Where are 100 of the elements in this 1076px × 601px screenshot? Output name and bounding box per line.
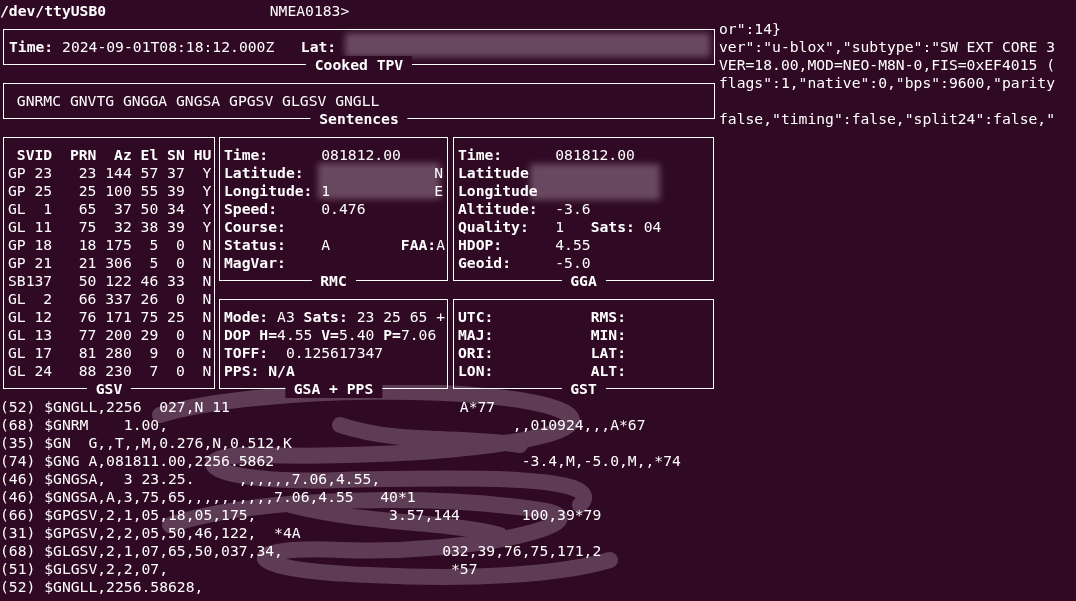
column-header: SVID bbox=[15, 146, 53, 164]
table-cell-text: 29 bbox=[139, 326, 159, 344]
table-cell-text: 75 bbox=[77, 218, 97, 236]
table-cell-text: 55 bbox=[139, 182, 159, 200]
log-line: (31) $GPGSV,2,2,05,50,46,122, *4A bbox=[0, 524, 302, 542]
field-label: MagVar: bbox=[224, 254, 287, 272]
field-value: 1 bbox=[555, 218, 566, 236]
column-header: El bbox=[139, 146, 159, 164]
table-cell: GP 23 bbox=[8, 164, 53, 182]
table-cell-text: N bbox=[201, 308, 212, 326]
log-line: (68) $GLGSV,2,1,07,65,50,037,34, 032,39,76,75,171,2 bbox=[0, 542, 603, 560]
sentence-list: GNRMC GNVTG GNGGA GNGSA GPGSV GLGSV GNGLL bbox=[8, 92, 710, 110]
field-label: MAJ: bbox=[458, 326, 495, 344]
table-cell-text: 337 bbox=[104, 290, 132, 308]
table-cell-text: 7 bbox=[148, 362, 159, 380]
field-value: 081812.00 bbox=[555, 146, 635, 164]
table-cell-text: Y bbox=[201, 182, 212, 200]
field-label: ALT: bbox=[590, 362, 626, 380]
field-label: Geoid: bbox=[458, 254, 513, 272]
table-cell-text: 0 bbox=[174, 236, 185, 254]
table-cell-text: 39 bbox=[166, 218, 185, 236]
column-header: PRN bbox=[68, 146, 97, 164]
field-label: Longitude: bbox=[224, 182, 314, 200]
field-label: Longitude bbox=[458, 182, 539, 200]
table-cell-text: 21 bbox=[77, 254, 97, 272]
field-label: ORI: bbox=[458, 344, 495, 362]
table-cell-text: 306 bbox=[104, 254, 132, 272]
table-cell-text: Y bbox=[201, 164, 212, 182]
table-cell-text: 88 bbox=[77, 362, 97, 380]
column-header: SN bbox=[166, 146, 185, 164]
table-cell-text: 57 bbox=[139, 164, 159, 182]
log-line: (74) $GNG A,081811.00,2256.5862 -3.4,M,-5.0,M,,*74 bbox=[0, 452, 682, 470]
status-line: Mode: A3 Sats: 23 25 65 + bbox=[224, 308, 443, 326]
table-cell-text: 81 bbox=[77, 344, 97, 362]
table-cell-text: 5 bbox=[148, 254, 159, 272]
table-cell-text: 9 bbox=[148, 344, 159, 362]
log-line: (46) $GNGSA,A,3,75,65,,,,,,,,,,7.06,4.55 40*1 bbox=[0, 488, 417, 506]
field-value: E bbox=[434, 182, 443, 200]
table-cell-text: 0 bbox=[174, 326, 185, 344]
table-cell: GL 2 bbox=[8, 290, 53, 308]
field-label: LON: bbox=[458, 362, 495, 380]
log-line: (35) $GN G,,T,,M,0.276,N,0.512,K bbox=[0, 434, 293, 452]
table-cell: GL 13 bbox=[8, 326, 53, 344]
table-cell-text: 38 bbox=[139, 218, 159, 236]
log-line: (66) $GPGSV,2,1,05,18,05,175, 3.57,144 100,39*79 bbox=[0, 506, 603, 524]
table-cell-text: Y bbox=[201, 218, 212, 236]
status-line: DOP H=4.55 V=5.40 P=7.06 bbox=[224, 326, 438, 344]
table-cell: GP 21 bbox=[8, 254, 53, 272]
field-label: Status: bbox=[224, 236, 287, 254]
table-cell-text: 18 bbox=[77, 236, 97, 254]
table-cell-text: 175 bbox=[104, 236, 132, 254]
table-cell-text: 25 bbox=[77, 182, 97, 200]
column-header: HU bbox=[192, 146, 212, 164]
field-value: A bbox=[436, 236, 446, 254]
table-cell-text: 32 bbox=[113, 218, 132, 236]
output-line: false,"timing":false,"split24":false," bbox=[719, 110, 1056, 128]
field-label: Time: bbox=[9, 38, 54, 56]
table-cell-text: 75 bbox=[139, 308, 159, 326]
field-label: Speed: bbox=[224, 200, 279, 218]
table-cell: GP 18 bbox=[8, 236, 53, 254]
table-cell-text: 77 bbox=[77, 326, 97, 344]
field-value: 2024-09-01T08:18:12.000Z bbox=[62, 38, 275, 56]
table-cell-text: N bbox=[201, 272, 212, 290]
table-cell-text: 5 bbox=[148, 236, 159, 254]
table-cell-text: N bbox=[201, 362, 212, 380]
field-value: 081812.00 bbox=[321, 146, 401, 164]
field-label: Quality: bbox=[458, 218, 530, 236]
field-label: Latitude bbox=[458, 164, 530, 182]
table-cell-text: 50 bbox=[77, 272, 97, 290]
table-cell-text: 171 bbox=[104, 308, 132, 326]
field-value: A bbox=[321, 236, 332, 254]
field-value: 4.55 bbox=[555, 236, 591, 254]
table-cell-text: 39 bbox=[166, 182, 185, 200]
table-cell-text: 34 bbox=[166, 200, 185, 218]
table-cell-text: Y bbox=[201, 200, 212, 218]
table-cell: GL 12 bbox=[8, 308, 53, 326]
field-label: Time: bbox=[458, 146, 504, 164]
log-line: (46) $GNGSA, 3 23.25. ,,,,,,7.06,4.55, bbox=[0, 470, 382, 488]
table-cell: GL 24 bbox=[8, 362, 53, 380]
table-cell: GL 11 bbox=[8, 218, 53, 236]
table-cell-text: 230 bbox=[104, 362, 132, 380]
table-cell-text: 144 bbox=[104, 164, 132, 182]
field-value: 04 bbox=[643, 218, 662, 236]
field-label: LAT: bbox=[590, 344, 626, 362]
field-label: Latitude: bbox=[224, 164, 305, 182]
field-value: 0.476 bbox=[321, 200, 366, 218]
table-cell-text: 0 bbox=[174, 362, 185, 380]
field-label: FAA: bbox=[400, 236, 437, 254]
table-cell-text: 122 bbox=[104, 272, 132, 290]
log-line: (52) $GNGLL,2256 027,N 11 A*77 bbox=[0, 398, 497, 416]
table-cell-text: N bbox=[201, 236, 212, 254]
table-cell-text: N bbox=[201, 344, 212, 362]
table-cell-text: 66 bbox=[77, 290, 97, 308]
table-cell-text: 280 bbox=[104, 344, 132, 362]
field-label: HDOP: bbox=[458, 236, 504, 254]
table-cell-text: 23 bbox=[77, 164, 97, 182]
field-value: -3.6 bbox=[555, 200, 591, 218]
field-label: Sats: bbox=[590, 218, 635, 236]
field-label: Lat: bbox=[300, 38, 337, 56]
table-cell-text: 0 bbox=[174, 344, 185, 362]
